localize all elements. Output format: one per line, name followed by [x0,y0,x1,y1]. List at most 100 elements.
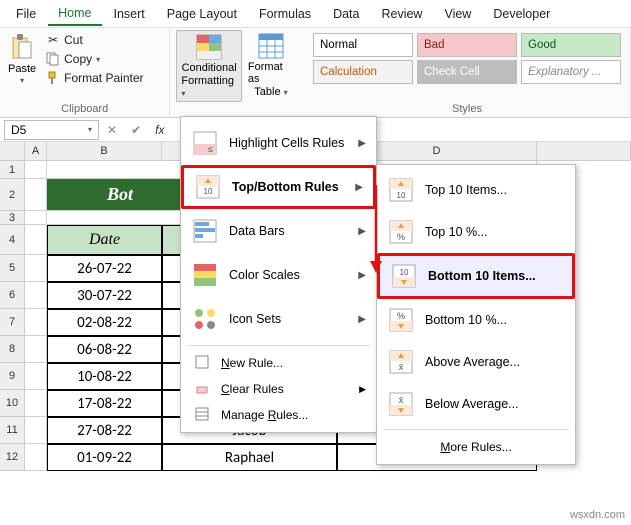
row-11[interactable]: 11 [0,417,25,444]
select-all-corner[interactable] [0,142,25,160]
svg-text:10: 10 [204,187,213,196]
icon-sets-icon [191,305,219,333]
cell-styles-gallery[interactable]: Normal Bad Good Calculation Check Cell E… [310,30,624,87]
cell-c12: Raphael [162,444,337,471]
chevron-right-icon: ▶ [355,182,363,193]
new-rule-icon [195,355,211,371]
cell-b5: 26-07-22 [47,255,162,282]
cell-b8: 06-08-22 [47,336,162,363]
cell-b11: 27-08-22 [47,417,162,444]
svg-text:%: % [397,311,405,321]
format-as-table-label2: Table [254,86,280,98]
cell-b7: 02-08-22 [47,309,162,336]
formula-bar[interactable]: ✕ ✔ fx [103,123,168,137]
submenu-top-10-items[interactable]: 10 Top 10 Items... [377,169,575,211]
row-4[interactable]: 4 [0,225,25,255]
style-explanatory[interactable]: Explanatory ... [521,60,621,84]
submenu-more-rules[interactable]: More Rules... [377,434,575,460]
tab-view[interactable]: View [434,3,481,25]
row-9[interactable]: 9 [0,363,25,390]
menu-data-bars[interactable]: Data Bars ▶ [181,209,376,253]
menu-clear-label: lear Rules [230,382,284,396]
row-5[interactable]: 5 [0,255,25,282]
conditional-formatting-icon [195,33,223,61]
tab-home[interactable]: Home [48,2,101,26]
menu-db-label: Data Bars [229,224,285,238]
data-bars-icon [191,217,219,245]
tab-developer[interactable]: Developer [483,3,560,25]
cell-b10: 17-08-22 [47,390,162,417]
enter-icon: ✔ [127,123,145,137]
row-3[interactable]: 3 [0,211,25,225]
menu-color-scales[interactable]: Color Scales ▶ [181,253,376,297]
menu-cs-label: Color Scales [229,268,300,282]
paste-icon [9,32,35,62]
style-bad[interactable]: Bad [417,33,517,57]
row-8[interactable]: 8 [0,336,25,363]
submenu-below-label: Below Average... [425,397,519,411]
format-as-table-label1: Format as [248,61,294,85]
submenu-bottom-10-percent[interactable]: % Bottom 10 %... [377,299,575,341]
tab-file[interactable]: File [6,3,46,25]
tab-review[interactable]: Review [371,3,432,25]
chevron-right-icon: ▶ [359,384,366,395]
group-clipboard: Paste ▾ ✂ Cut Copy ▾ Format Painter [0,28,170,117]
tab-insert[interactable]: Insert [104,3,155,25]
style-normal[interactable]: Normal [313,33,413,57]
menu-manage-rules[interactable]: Manage Rules... [181,402,376,428]
conditional-formatting-label1: Conditional [182,62,237,74]
submenu-above-average[interactable]: x̄ Above Average... [377,341,575,383]
chevron-down-icon: ▾ [181,89,185,98]
paste-label: Paste [8,63,36,75]
submenu-bottom-10-items[interactable]: 10 Bottom 10 Items... [377,253,575,299]
col-e[interactable] [537,142,631,160]
menu-top-bottom-rules[interactable]: 10 Top/Bottom Rules ▶ [181,165,376,209]
svg-text:10: 10 [400,268,409,277]
chevron-down-icon: ▾ [96,55,100,64]
paste-button[interactable]: Paste ▾ [6,30,38,87]
submenu-b10i-label: Bottom 10 Items... [428,269,536,283]
format-painter-label: Format Painter [64,71,143,85]
above-average-icon: x̄ [387,348,415,376]
brush-icon [46,71,60,85]
chevron-right-icon: ▶ [358,226,366,237]
style-good[interactable]: Good [521,33,621,57]
row-7[interactable]: 7 [0,309,25,336]
conditional-formatting-label2: Formatting [181,75,234,87]
format-as-table-button[interactable]: Format as Table ▾ [244,30,298,100]
style-calculation[interactable]: Calculation [313,60,413,84]
top-bottom-submenu: 10 Top 10 Items... % Top 10 %... 10 Bott… [376,164,576,465]
col-b[interactable]: B [47,142,162,160]
menu-new-label: ew Rule... [230,356,283,370]
submenu-top-10-percent[interactable]: % Top 10 %... [377,211,575,253]
copy-button[interactable]: Copy ▾ [42,51,147,67]
svg-text:x̄: x̄ [399,362,404,372]
group-styles: Normal Bad Good Calculation Check Cell E… [304,28,631,117]
tab-page-layout[interactable]: Page Layout [157,3,247,25]
separator [187,345,370,346]
col-a[interactable]: A [25,142,47,160]
submenu-below-average[interactable]: x̄ Below Average... [377,383,575,425]
format-painter-button[interactable]: Format Painter [42,70,147,86]
menu-hcr-label: Highlight Cells Rules [229,136,344,150]
style-check-cell[interactable]: Check Cell [417,60,517,84]
name-box[interactable]: D5 ▾ [4,120,99,140]
scissors-icon: ✂ [46,33,60,47]
chevron-down-icon: ▾ [88,125,92,134]
tab-formulas[interactable]: Formulas [249,3,321,25]
row-2[interactable]: 2 [0,179,25,211]
submenu-above-label: Above Average... [425,355,520,369]
tab-data[interactable]: Data [323,3,369,25]
menu-highlight-cells-rules[interactable]: ≤ Highlight Cells Rules ▶ [181,121,376,165]
chevron-down-icon: ▾ [20,76,24,85]
menu-new-rule[interactable]: New Rule... [181,350,376,376]
row-6[interactable]: 6 [0,282,25,309]
row-12[interactable]: 12 [0,444,25,471]
row-10[interactable]: 10 [0,390,25,417]
menu-icon-sets[interactable]: Icon Sets ▶ [181,297,376,341]
row-1[interactable]: 1 [0,161,25,179]
cell-b6: 30-07-22 [47,282,162,309]
conditional-formatting-button[interactable]: Conditional Formatting ▾ [176,30,242,102]
cut-button[interactable]: ✂ Cut [42,32,147,48]
menu-clear-rules[interactable]: Clear Rules ▶ [181,376,376,402]
